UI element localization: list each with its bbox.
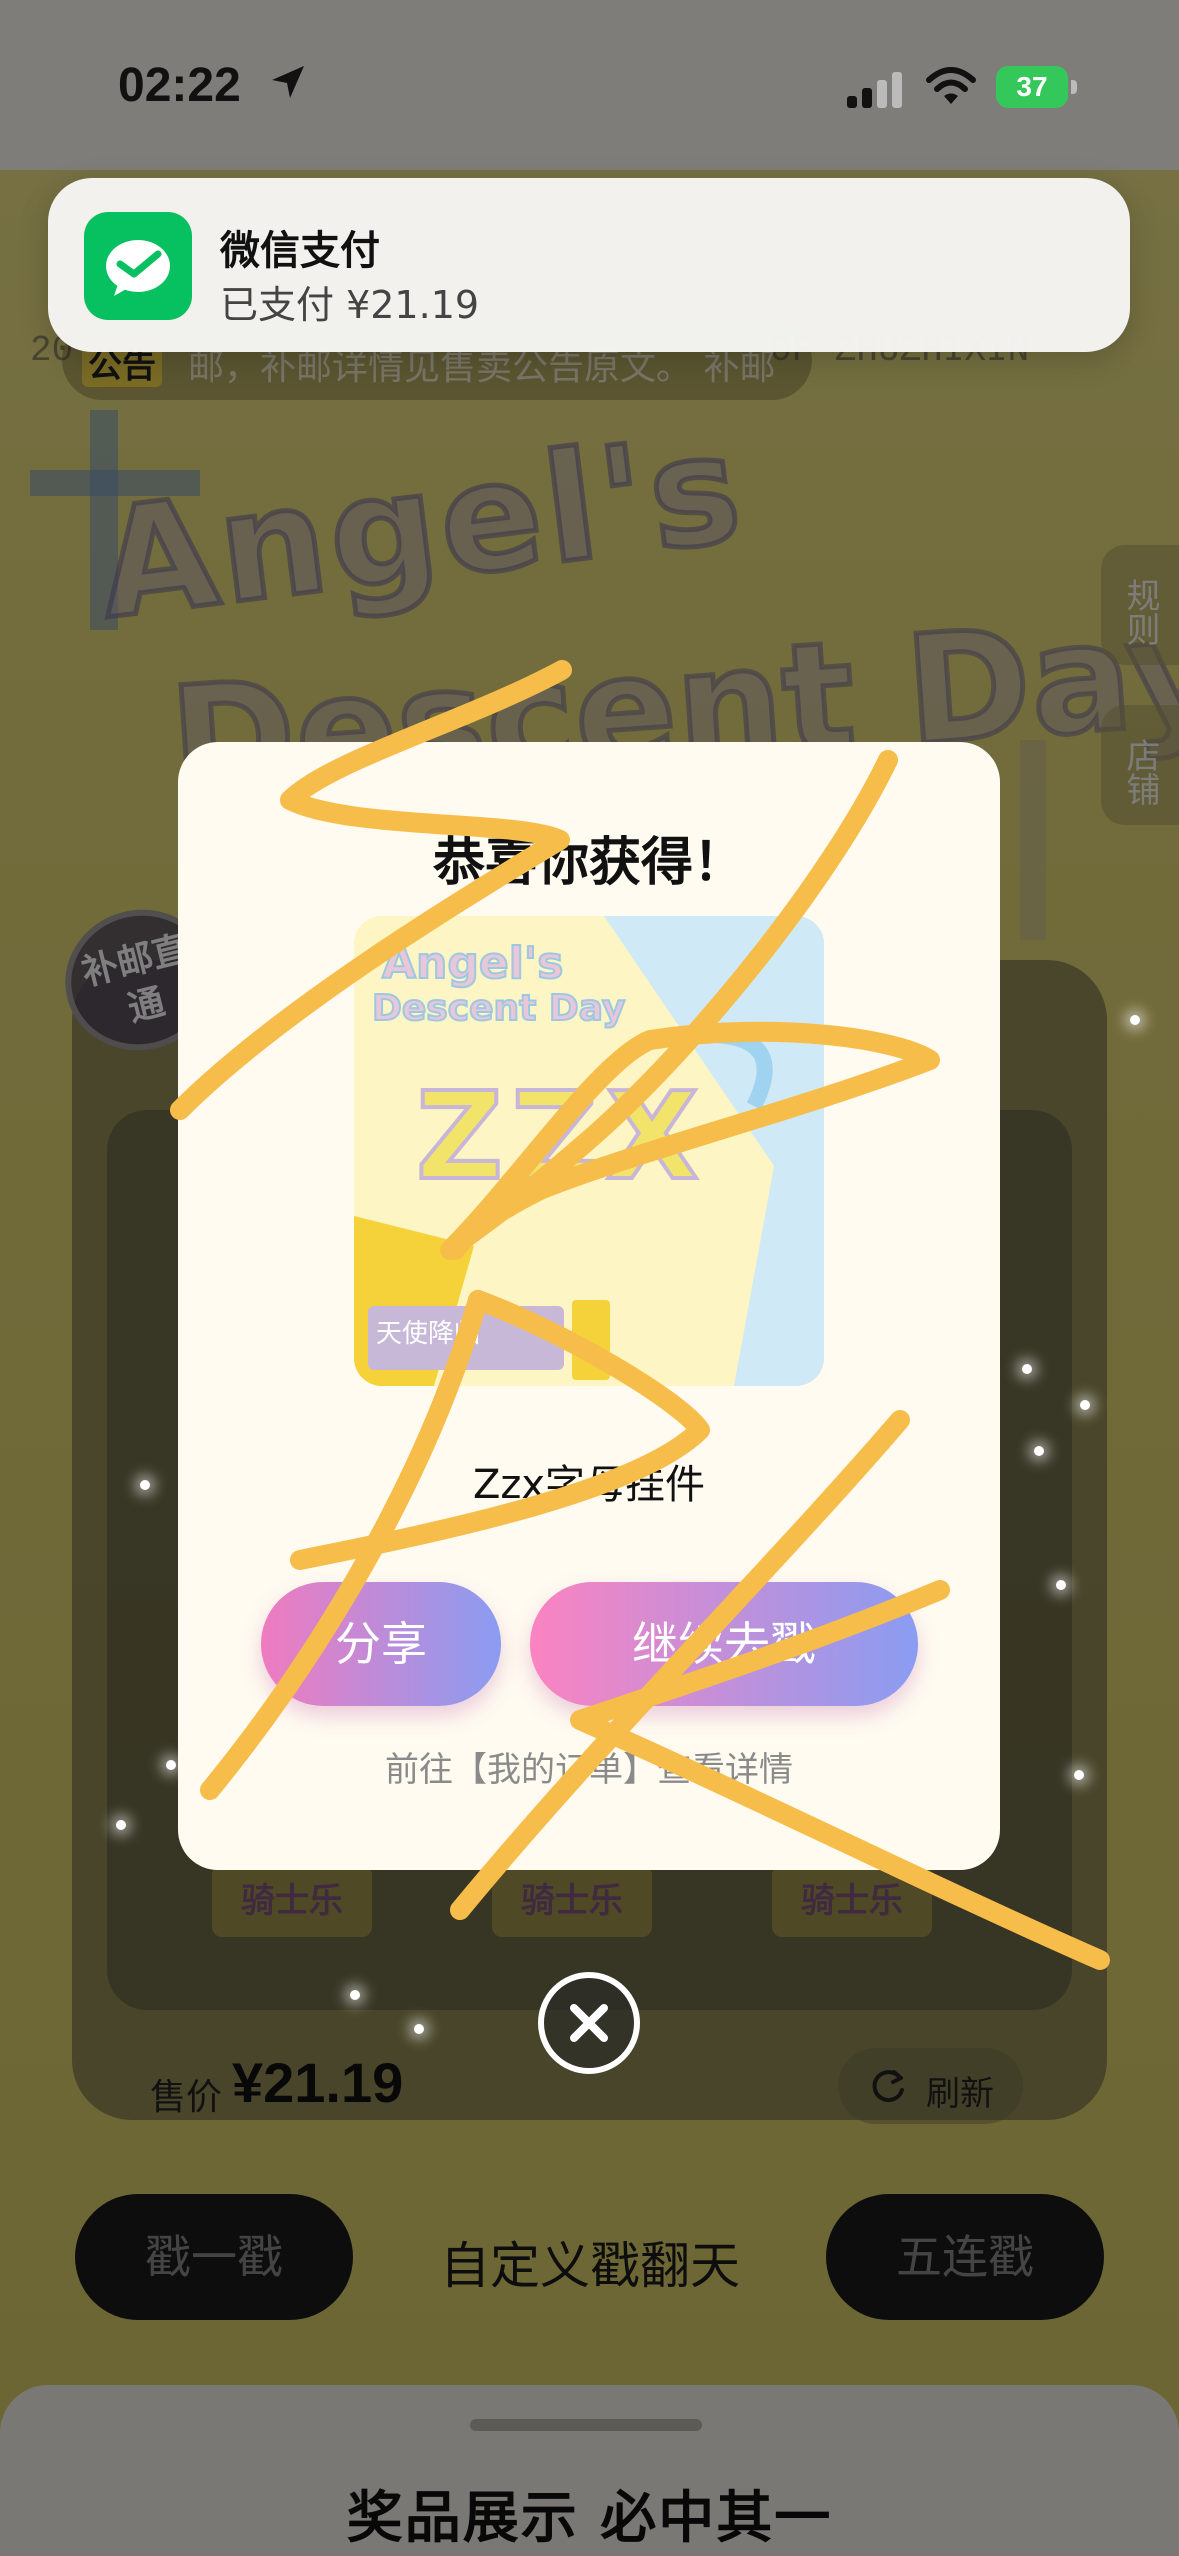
payment-notification[interactable]: 微信支付 已支付 ¥21.19 [48, 178, 1130, 352]
prize-image-line1: Angel's [382, 938, 563, 989]
close-modal-button[interactable] [538, 1972, 640, 2074]
battery-tip [1071, 80, 1077, 94]
modal-title: 恭喜你获得！ [432, 833, 745, 893]
view-orders-link[interactable]: 前往【我的订单】查看详情 [178, 1742, 1000, 1791]
battery-level: 37 [996, 66, 1068, 108]
prize-image-letters: ZZX [416, 1068, 707, 1207]
notification-title: 微信支付 [220, 228, 380, 274]
prize-result-modal: 恭喜你获得！ Angel's Descent Day ZZX 天使降临 Zzx字… [178, 742, 1000, 1870]
sparkle-decoration [1034, 1446, 1044, 1456]
notification-body: 已支付 ¥21.19 [220, 283, 480, 327]
wechat-pay-icon [84, 212, 192, 320]
wifi-icon [926, 67, 976, 104]
cellular-signal-icon [847, 72, 902, 108]
sparkle-decoration [1080, 1400, 1090, 1410]
sparkle-decoration [116, 1820, 126, 1830]
prize-image-tag: 天使降临 [376, 1319, 480, 1349]
prize-image: Angel's Descent Day ZZX 天使降临 [354, 916, 824, 1386]
status-time: 02:22 [118, 59, 241, 112]
sparkle-decoration [414, 2024, 424, 2034]
close-icon [570, 2004, 608, 2042]
battery-charging-icon: 37 [996, 66, 1078, 108]
sparkle-decoration [1022, 1364, 1032, 1374]
sparkle-decoration [1074, 1770, 1084, 1780]
sparkle-decoration [1130, 1015, 1140, 1025]
sparkle-decoration [140, 1480, 150, 1490]
sparkle-decoration [350, 1990, 360, 2000]
prize-name: Zzx字母挂件 [472, 1462, 706, 1508]
continue-poking-button[interactable]: 继续去戳 [530, 1582, 918, 1706]
prize-image-line2: Descent Day [372, 988, 625, 1029]
sparkle-decoration [1056, 1580, 1066, 1590]
share-button[interactable]: 分享 [261, 1582, 501, 1706]
sparkle-decoration [166, 1760, 176, 1770]
location-arrow-icon [272, 66, 304, 98]
